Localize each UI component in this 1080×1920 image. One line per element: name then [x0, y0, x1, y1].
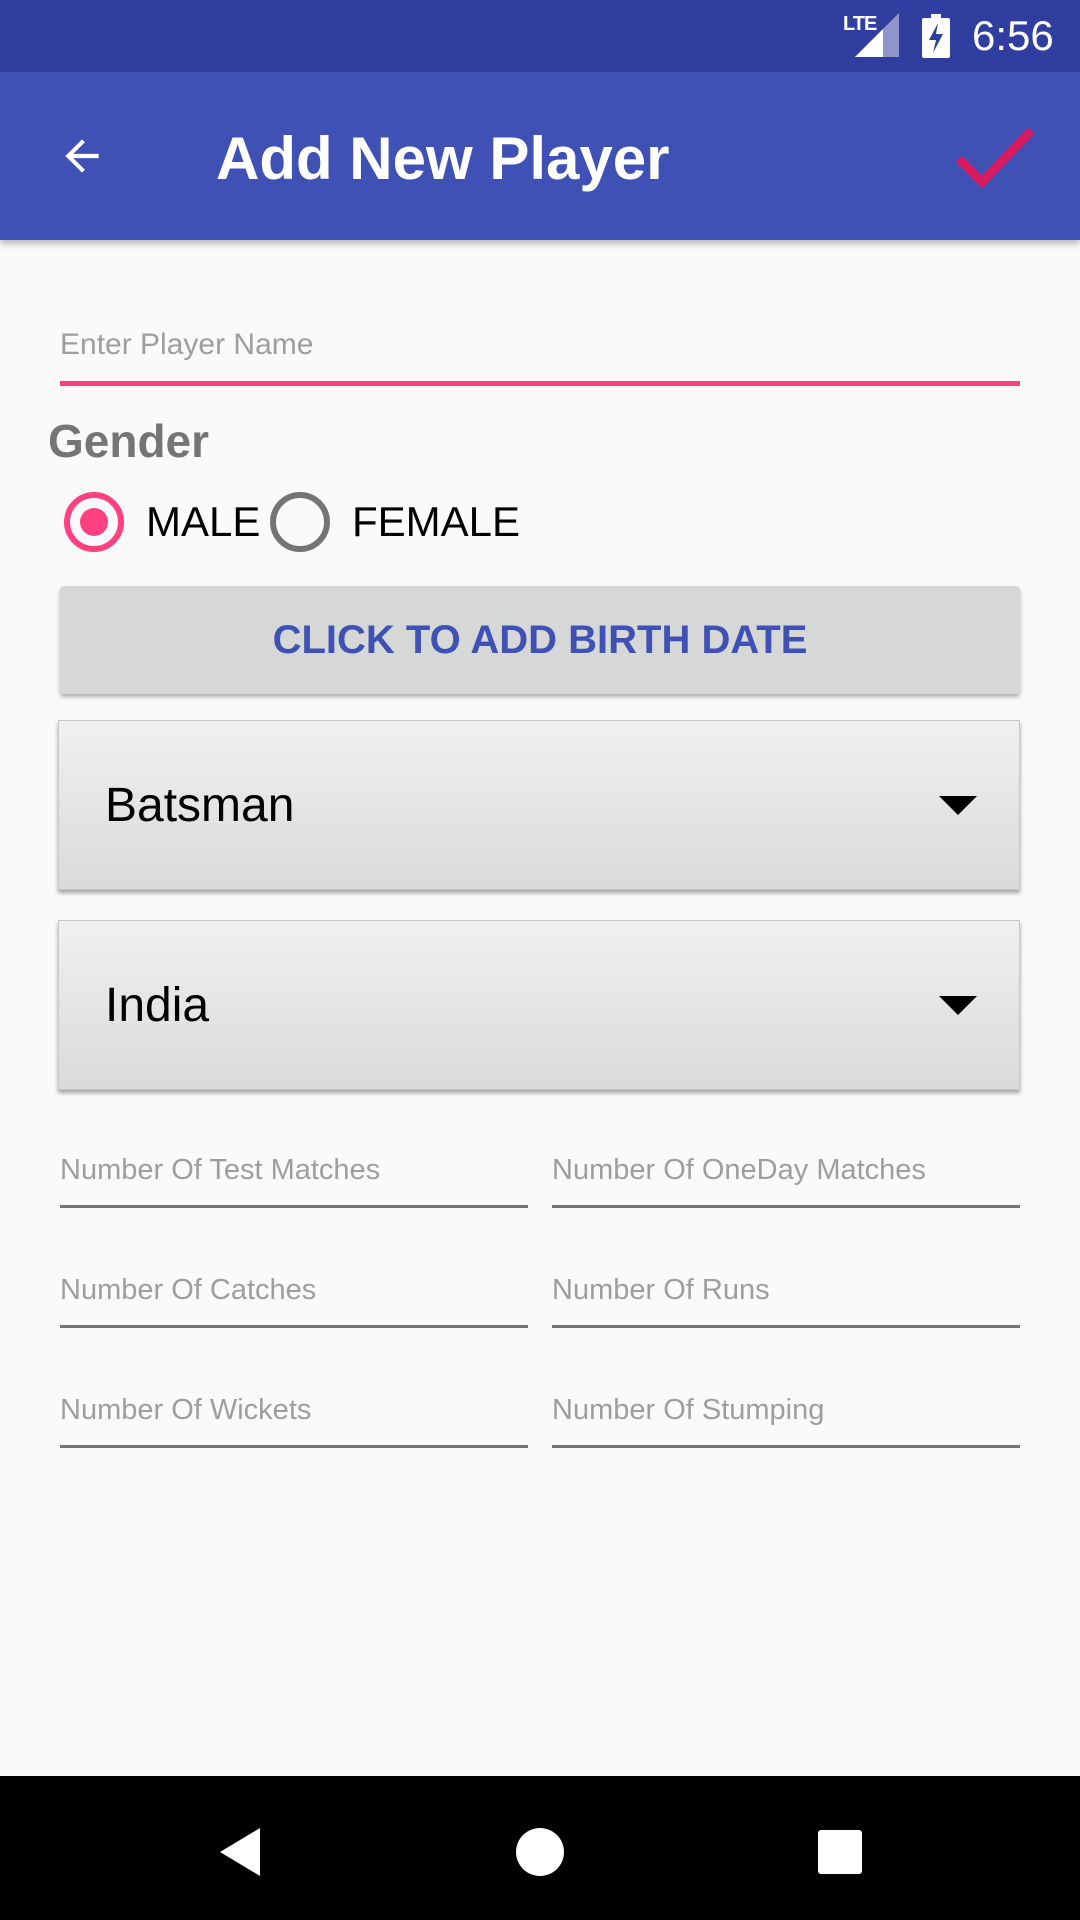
nav-home-button[interactable]	[500, 1812, 580, 1892]
nav-back-button[interactable]	[200, 1812, 280, 1892]
stumping-input[interactable]	[552, 1386, 1020, 1448]
status-bar: LTE 6:56	[0, 0, 1080, 72]
nav-recents-icon	[818, 1830, 862, 1874]
country-selected-value: India	[105, 978, 210, 1032]
clock: 6:56	[972, 12, 1054, 59]
page-title: Add New Player	[216, 125, 670, 192]
gender-option-female: FEMALE	[352, 498, 521, 545]
battery-charging-icon	[922, 14, 950, 58]
check-icon	[955, 127, 1035, 189]
radio-unchecked-icon	[270, 492, 330, 552]
radio-checked-icon	[64, 492, 124, 552]
gender-label: Gender	[48, 415, 210, 467]
save-button[interactable]	[950, 120, 1040, 200]
signal-icon	[855, 13, 899, 57]
runs-input[interactable]	[552, 1266, 1020, 1328]
gender-radio-male[interactable]: MALE	[64, 490, 260, 554]
nav-home-icon	[516, 1828, 564, 1876]
arrow-back-icon	[65, 139, 99, 173]
back-button[interactable]	[40, 114, 124, 198]
test-matches-input[interactable]	[60, 1146, 528, 1208]
navigation-bar	[0, 1776, 1080, 1920]
nav-recents-button[interactable]	[800, 1812, 880, 1892]
oneday-matches-input[interactable]	[552, 1146, 1020, 1208]
dropdown-arrow-icon	[939, 995, 977, 1015]
dropdown-arrow-icon	[939, 795, 977, 815]
country-dropdown[interactable]: India	[58, 920, 1020, 1090]
app-bar: Add New Player	[0, 72, 1080, 240]
catches-input[interactable]	[60, 1266, 528, 1328]
add-birth-date-button[interactable]: CLICK TO ADD BIRTH DATE	[60, 586, 1020, 694]
role-dropdown[interactable]: Batsman	[58, 720, 1020, 890]
player-name-input[interactable]	[60, 320, 1020, 386]
gender-option-male: MALE	[146, 498, 261, 545]
wickets-input[interactable]	[60, 1386, 528, 1448]
nav-back-icon	[220, 1828, 260, 1876]
role-selected-value: Batsman	[105, 778, 295, 832]
add-birth-date-label: CLICK TO ADD BIRTH DATE	[272, 617, 808, 662]
gender-radio-female[interactable]: FEMALE	[270, 490, 520, 554]
